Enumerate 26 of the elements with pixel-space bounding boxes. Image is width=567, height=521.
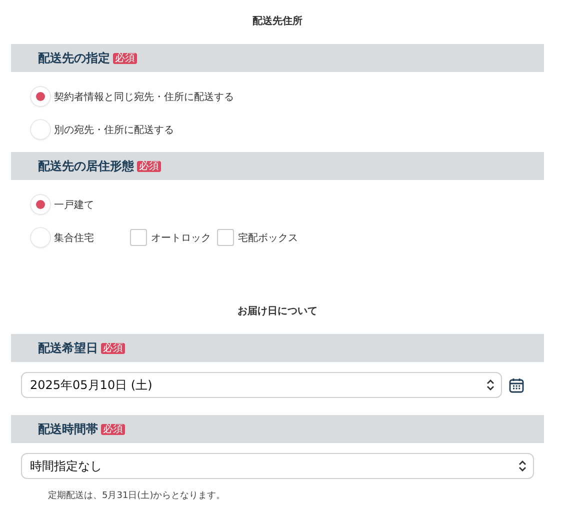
option-label[interactable]: 宅配ボックス xyxy=(238,230,298,244)
option-label[interactable]: 集合住宅 xyxy=(54,230,94,244)
required-badge: 必須 xyxy=(113,52,137,64)
field-label: 配送希望日 xyxy=(38,340,98,356)
section-title: 配送先住所 xyxy=(252,14,304,29)
option-label[interactable]: 一戸建て xyxy=(54,198,94,212)
option-label[interactable]: オートロック xyxy=(151,230,211,244)
note-text: 定期配送は、5月31日(土)からとなります。 xyxy=(47,490,226,502)
radio-button[interactable] xyxy=(31,87,50,106)
field-label: 配送時間帯 xyxy=(38,420,98,438)
select-field[interactable]: 時間指定なし xyxy=(21,453,534,479)
option-label[interactable]: 契約者情報と同じ宛先・住所に配送する xyxy=(54,90,234,104)
radio-button[interactable] xyxy=(31,195,50,214)
field-label: 配送先の指定 xyxy=(38,50,110,66)
chevron-icon xyxy=(518,460,527,472)
required-badge: 必須 xyxy=(101,342,125,354)
option-label[interactable]: 別の宛先・住所に配送する xyxy=(54,122,174,136)
section-title: お届け日について xyxy=(236,305,318,319)
required-badge: 必須 xyxy=(137,160,161,172)
field-label: 配送先の居住形態 xyxy=(38,158,134,174)
calendar-icon[interactable] xyxy=(509,378,524,392)
select-field[interactable]: 2025年05月10日 (土) xyxy=(21,372,502,398)
required-badge: 必須 xyxy=(101,424,125,434)
chevron-icon xyxy=(486,379,495,391)
checkbox[interactable] xyxy=(217,229,234,246)
checkbox[interactable] xyxy=(130,229,147,246)
